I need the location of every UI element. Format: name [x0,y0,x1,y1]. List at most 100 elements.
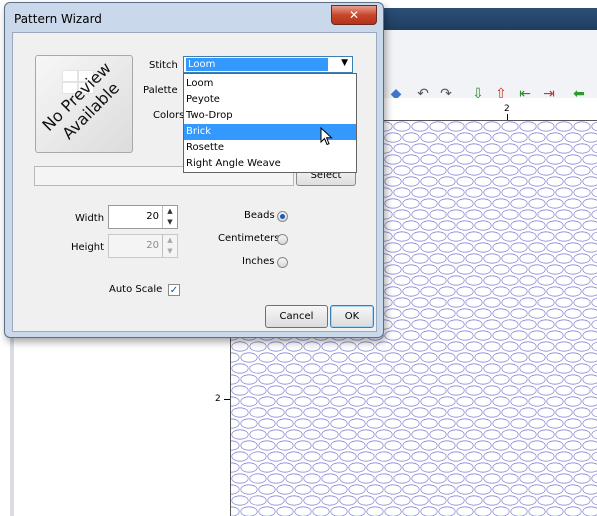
bead[interactable] [276,418,294,429]
bead[interactable] [429,495,447,506]
bead[interactable] [429,143,447,154]
bead[interactable] [528,264,546,275]
bead[interactable] [384,330,402,341]
bead[interactable] [420,462,438,473]
bead[interactable] [429,187,447,198]
bead[interactable] [582,154,597,165]
bead[interactable] [546,176,564,187]
bead[interactable] [339,451,357,462]
bead[interactable] [555,121,573,132]
bead[interactable] [402,132,420,143]
bead[interactable] [528,374,546,385]
bead[interactable] [447,385,465,396]
bead[interactable] [591,143,597,154]
bead[interactable] [501,495,519,506]
bead[interactable] [357,451,375,462]
bead[interactable] [483,451,501,462]
bead[interactable] [249,429,267,440]
bead[interactable] [546,264,564,275]
bead[interactable] [375,407,393,418]
bead[interactable] [474,396,492,407]
bead[interactable] [402,352,420,363]
bead[interactable] [546,462,564,473]
bead[interactable] [393,253,411,264]
bead[interactable] [393,297,411,308]
bead[interactable] [519,187,537,198]
bead[interactable] [501,363,519,374]
bead[interactable] [564,440,582,451]
bead[interactable] [384,198,402,209]
bead[interactable] [393,143,411,154]
bead[interactable] [384,286,402,297]
bead[interactable] [492,154,510,165]
bead[interactable] [546,440,564,451]
bead[interactable] [384,374,402,385]
bead[interactable] [510,264,528,275]
bead[interactable] [492,242,510,253]
bead[interactable] [330,440,348,451]
bead[interactable] [438,220,456,231]
bead[interactable] [240,440,258,451]
bead[interactable] [537,363,555,374]
bead[interactable] [420,242,438,253]
bead[interactable] [294,440,312,451]
close-button[interactable]: ✕ [331,5,377,25]
bead[interactable] [510,308,528,319]
bead[interactable] [474,484,492,495]
bead[interactable] [456,198,474,209]
bead[interactable] [348,462,366,473]
bead[interactable] [402,506,420,516]
bead[interactable] [501,231,519,242]
bead[interactable] [582,418,597,429]
bead[interactable] [510,396,528,407]
bead[interactable] [447,363,465,374]
autoscale-checkbox[interactable]: ✓ [168,284,180,296]
bead[interactable] [537,473,555,484]
bead[interactable] [339,495,357,506]
bead[interactable] [492,286,510,297]
bead[interactable] [474,308,492,319]
bead[interactable] [591,231,597,242]
bead[interactable] [402,484,420,495]
bead[interactable] [501,143,519,154]
bead[interactable] [456,264,474,275]
bead[interactable] [483,407,501,418]
bead[interactable] [501,407,519,418]
bead[interactable] [294,374,312,385]
bead[interactable] [438,418,456,429]
bead[interactable] [429,253,447,264]
bead[interactable] [465,495,483,506]
bead[interactable] [564,198,582,209]
bead[interactable] [465,363,483,374]
bead[interactable] [474,154,492,165]
bead[interactable] [321,341,339,352]
bead[interactable] [510,286,528,297]
bead[interactable] [384,242,402,253]
bead[interactable] [312,462,330,473]
bead[interactable] [411,473,429,484]
bead[interactable] [519,319,537,330]
bead[interactable] [240,352,258,363]
bead[interactable] [357,495,375,506]
bead[interactable] [366,396,384,407]
bead[interactable] [393,319,411,330]
spin-down-icon[interactable]: ▼ [162,217,177,228]
bead[interactable] [510,462,528,473]
bead[interactable] [564,154,582,165]
stitch-option-loom[interactable]: Loom [184,76,356,92]
bead[interactable] [537,187,555,198]
bead[interactable] [420,286,438,297]
bead[interactable] [420,330,438,341]
bead[interactable] [357,473,375,484]
bead[interactable] [492,308,510,319]
bead[interactable] [564,396,582,407]
bead[interactable] [276,462,294,473]
bead[interactable] [393,165,411,176]
stitch-option-two-drop[interactable]: Two-Drop [184,108,356,124]
bead[interactable] [312,352,330,363]
bead[interactable] [501,275,519,286]
bead[interactable] [240,418,258,429]
bead[interactable] [240,396,258,407]
bead[interactable] [582,374,597,385]
bead[interactable] [357,363,375,374]
